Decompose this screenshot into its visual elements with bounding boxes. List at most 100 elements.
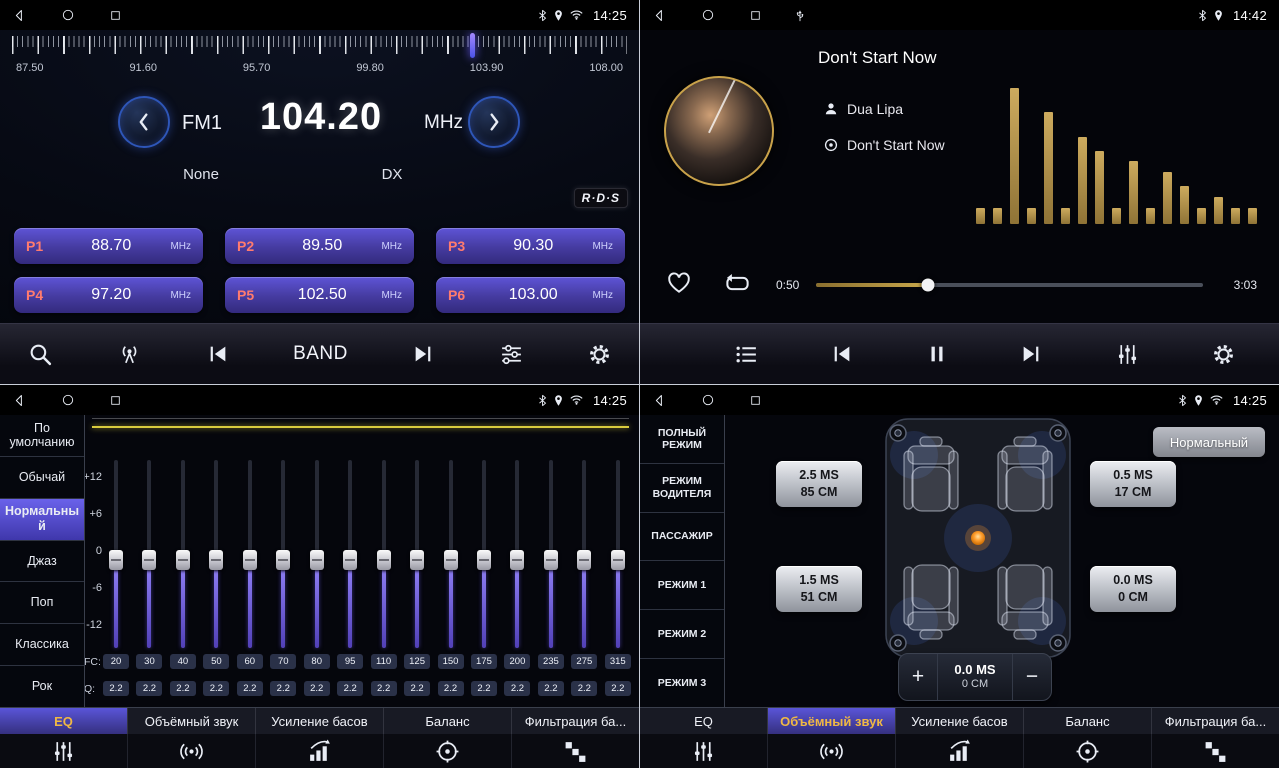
tab-surround[interactable]: Объёмный звук [128, 708, 256, 734]
radio-preset-1[interactable]: P188.70MHz [14, 228, 203, 264]
recents-button-icon[interactable] [109, 9, 122, 22]
audio-settings-icon[interactable] [499, 342, 524, 367]
back-button-icon[interactable] [12, 8, 27, 23]
eq-band-slider-10[interactable] [404, 460, 430, 648]
radio-preset-3[interactable]: P390.30MHz [436, 228, 625, 264]
broadcast-antenna-icon[interactable] [117, 342, 142, 367]
eq-preset-2[interactable]: Нормальный [0, 499, 84, 541]
eq-preset-6[interactable]: Рок [0, 666, 84, 708]
frequency-ruler[interactable] [12, 36, 627, 56]
eq-band-slider-7[interactable] [304, 460, 330, 648]
sound-mode-3[interactable]: РЕЖИМ 1 [640, 561, 724, 610]
progress-bar[interactable] [816, 283, 1203, 287]
eq-band-slider-6[interactable] [270, 460, 296, 648]
previous-station-icon[interactable] [207, 343, 229, 365]
settings-gear-icon[interactable] [1212, 343, 1235, 366]
eq-band-slider-5[interactable] [237, 460, 263, 648]
decrease-button[interactable]: − [1013, 665, 1051, 689]
frequency-scale[interactable]: 87.50 91.60 95.70 99.80 103.90 108.00 [12, 36, 627, 82]
back-button-icon[interactable] [652, 393, 667, 408]
eq-slider-knob[interactable] [310, 550, 324, 570]
radio-preset-6[interactable]: P6103.00MHz [436, 277, 625, 313]
tab-filter[interactable]: Фильтрация ба... [512, 708, 639, 734]
sound-profile-button[interactable]: Нормальный [1153, 427, 1265, 457]
settings-gear-icon[interactable] [588, 343, 611, 366]
band-button[interactable]: BAND [293, 343, 348, 365]
eq-preset-5[interactable]: Классика [0, 624, 84, 666]
pause-icon[interactable] [926, 343, 948, 365]
tab-eq[interactable]: EQ [640, 708, 768, 734]
next-track-icon[interactable] [1020, 343, 1042, 365]
eq-band-slider-15[interactable] [571, 460, 597, 648]
eq-slider-knob[interactable] [577, 550, 591, 570]
search-icon[interactable] [28, 342, 53, 367]
home-button-icon[interactable] [61, 393, 75, 407]
next-station-icon[interactable] [412, 343, 434, 365]
eq-band-slider-1[interactable] [103, 460, 129, 648]
home-button-icon[interactable] [61, 8, 75, 22]
eq-slider-knob[interactable] [510, 550, 524, 570]
seek-down-button[interactable] [118, 96, 170, 148]
back-button-icon[interactable] [652, 8, 667, 23]
radio-preset-4[interactable]: P497.20MHz [14, 277, 203, 313]
tab-icon-balance[interactable] [1024, 734, 1152, 768]
favorite-heart-icon[interactable] [666, 270, 692, 296]
eq-band-slider-14[interactable] [538, 460, 564, 648]
eq-slider-knob[interactable] [176, 550, 190, 570]
eq-band-slider-9[interactable] [371, 460, 397, 648]
recents-button-icon[interactable] [749, 9, 762, 22]
eq-slider-knob[interactable] [109, 550, 123, 570]
tab-icon-surround[interactable] [768, 734, 896, 768]
eq-band-slider-4[interactable] [203, 460, 229, 648]
sound-mode-2[interactable]: ПАССАЖИР [640, 513, 724, 562]
tab-icon-surround[interactable] [128, 734, 256, 768]
tab-icon-filter[interactable] [1152, 734, 1279, 768]
eq-preset-4[interactable]: Поп [0, 582, 84, 624]
increase-button[interactable]: + [899, 665, 937, 689]
eq-band-slider-16[interactable] [605, 460, 631, 648]
eq-slider-knob[interactable] [410, 550, 424, 570]
tab-bass[interactable]: Усиление басов [256, 708, 384, 734]
recents-button-icon[interactable] [109, 394, 122, 407]
delay-rear-right[interactable]: 0.0 MS 0 CM [1090, 566, 1176, 612]
eq-slider-knob[interactable] [544, 550, 558, 570]
tab-icon-filter[interactable] [512, 734, 639, 768]
eq-slider-knob[interactable] [243, 550, 257, 570]
eq-slider-knob[interactable] [142, 550, 156, 570]
tab-bass[interactable]: Усиление басов [896, 708, 1024, 734]
eq-band-slider-11[interactable] [438, 460, 464, 648]
eq-band-slider-3[interactable] [170, 460, 196, 648]
tab-icon-balance[interactable] [384, 734, 512, 768]
equalizer-icon[interactable] [1115, 342, 1140, 367]
eq-preset-0[interactable]: По умолчанию [0, 415, 84, 457]
eq-band-slider-2[interactable] [136, 460, 162, 648]
delay-front-right[interactable]: 0.5 MS 17 CM [1090, 461, 1176, 507]
playlist-icon[interactable] [734, 342, 759, 367]
home-button-icon[interactable] [701, 393, 715, 407]
seek-up-button[interactable] [468, 96, 520, 148]
sound-mode-1[interactable]: РЕЖИМ ВОДИТЕЛЯ [640, 464, 724, 513]
eq-slider-knob[interactable] [343, 550, 357, 570]
eq-band-slider-8[interactable] [337, 460, 363, 648]
tab-filter[interactable]: Фильтрация ба... [1152, 708, 1279, 734]
tab-balance[interactable]: Баланс [1024, 708, 1152, 734]
back-button-icon[interactable] [12, 393, 27, 408]
delay-rear-left[interactable]: 1.5 MS 51 CM [776, 566, 862, 612]
recents-button-icon[interactable] [749, 394, 762, 407]
radio-preset-5[interactable]: P5102.50MHz [225, 277, 414, 313]
eq-slider-knob[interactable] [377, 550, 391, 570]
previous-track-icon[interactable] [831, 343, 853, 365]
eq-preset-3[interactable]: Джаз [0, 541, 84, 583]
radio-preset-2[interactable]: P289.50MHz [225, 228, 414, 264]
eq-preset-1[interactable]: Обычай [0, 457, 84, 499]
eq-band-slider-12[interactable] [471, 460, 497, 648]
tab-icon-bass[interactable] [896, 734, 1024, 768]
progress-knob[interactable] [922, 279, 935, 292]
eq-slider-knob[interactable] [477, 550, 491, 570]
sound-mode-4[interactable]: РЕЖИМ 2 [640, 610, 724, 659]
eq-slider-knob[interactable] [209, 550, 223, 570]
tab-surround[interactable]: Объёмный звук [768, 708, 896, 734]
tab-icon-eq[interactable] [640, 734, 768, 768]
tab-icon-bass[interactable] [256, 734, 384, 768]
eq-slider-knob[interactable] [611, 550, 625, 570]
